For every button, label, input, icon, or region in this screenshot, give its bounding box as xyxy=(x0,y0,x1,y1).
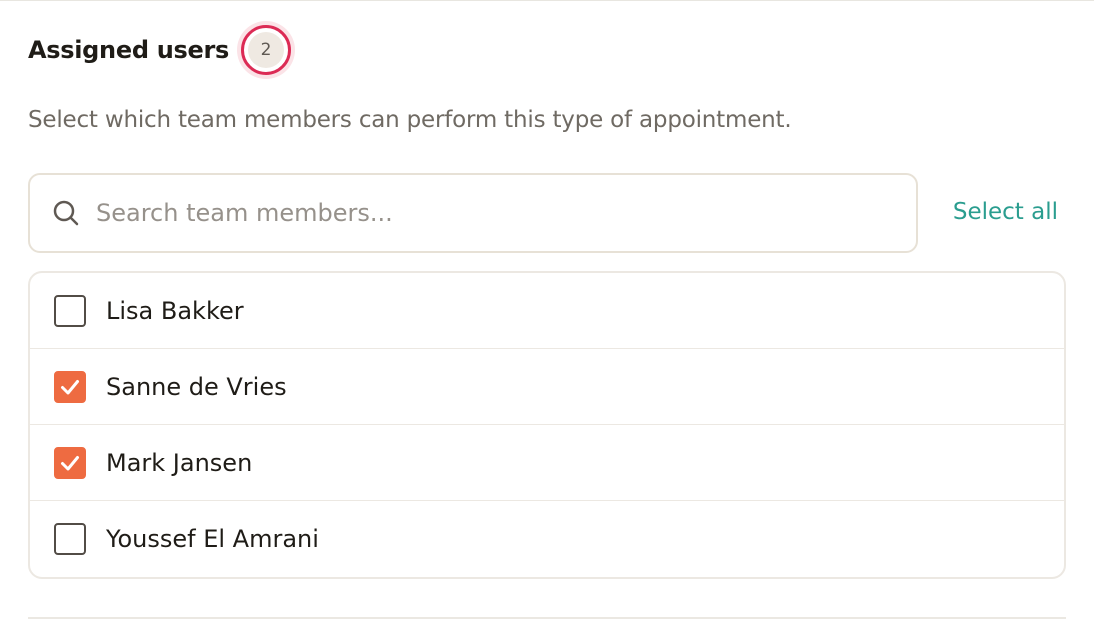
member-row-0[interactable]: Lisa Bakker xyxy=(30,273,1064,349)
member-name: Lisa Bakker xyxy=(106,296,244,325)
section-header: Assigned users 2 xyxy=(28,21,296,79)
member-checkbox-1[interactable] xyxy=(54,370,86,403)
member-checkbox-2[interactable] xyxy=(54,446,86,479)
team-member-list: Lisa Bakker Sanne de Vries Mark Jansen Y… xyxy=(28,271,1066,579)
search-box[interactable] xyxy=(28,173,918,253)
member-row-1[interactable]: Sanne de Vries xyxy=(30,349,1064,425)
checkmark-icon xyxy=(61,455,79,470)
member-name: Youssef El Amrani xyxy=(106,525,319,553)
bottom-divider xyxy=(28,617,1066,619)
member-checkbox-0[interactable] xyxy=(54,294,86,327)
select-all-link[interactable]: Select all xyxy=(953,199,1058,225)
member-row-2[interactable]: Mark Jansen xyxy=(30,425,1064,501)
count-badge-outline: 2 xyxy=(241,25,292,75)
section-title: Assigned users xyxy=(28,36,230,64)
checkmark-icon xyxy=(61,379,79,394)
count-badge-focus-ring: 2 xyxy=(237,21,296,79)
search-icon xyxy=(53,200,79,226)
member-row-3[interactable]: Youssef El Amrani xyxy=(30,501,1064,577)
assigned-users-page: Assigned users 2 Select which team membe… xyxy=(0,0,1094,644)
section-description: Select which team members can perform th… xyxy=(28,107,792,133)
member-name: Sanne de Vries xyxy=(106,372,287,401)
count-badge: 2 xyxy=(248,32,285,68)
member-checkbox-3[interactable] xyxy=(54,523,86,555)
search-input[interactable] xyxy=(96,191,856,235)
top-divider xyxy=(0,0,1094,1)
member-name: Mark Jansen xyxy=(106,448,253,477)
